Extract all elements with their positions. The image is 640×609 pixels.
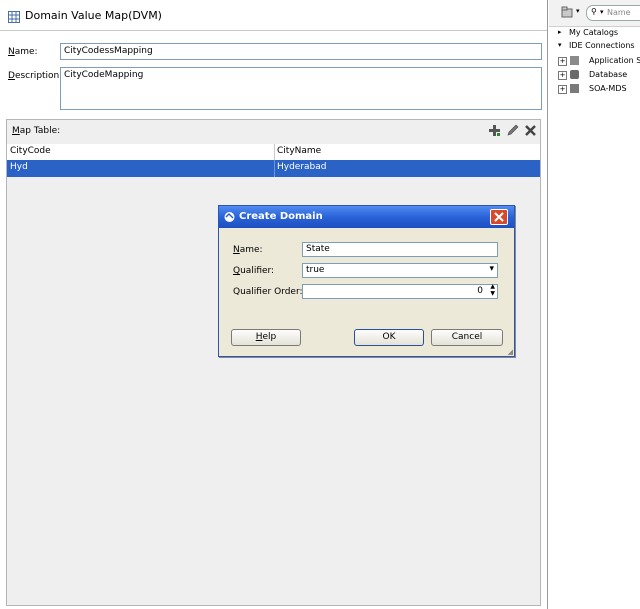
search-placeholder: Name — [607, 8, 631, 17]
spinner-down-icon[interactable]: ▼ — [490, 291, 495, 297]
cell-cityname[interactable]: Hyderabad — [277, 162, 327, 172]
description-field[interactable]: CityCodeMapping — [60, 67, 542, 110]
tree-item-label: Application S — [589, 56, 640, 65]
qualifier-order-label: Qualifier Order: — [233, 287, 303, 297]
qualifier-select[interactable]: true ▾ — [302, 263, 498, 278]
expand-plus-icon[interactable]: + — [558, 71, 567, 80]
qualifier-order-value: 0 — [477, 286, 483, 296]
resource-palette: ▾ ⚲ ▾ Name ▸ My Catalogs ▾ IDE Connectio… — [549, 0, 640, 609]
tree-item-ide-connections[interactable]: ▾ IDE Connections — [549, 40, 640, 54]
repository-icon — [570, 84, 579, 93]
collapse-arrow-icon[interactable]: ▾ — [558, 41, 562, 49]
tree-item-label: SOA-MDS — [589, 84, 627, 93]
map-table-header: Map Table: — [7, 120, 540, 145]
database-icon — [570, 70, 579, 79]
tree-item-soa-mds[interactable]: + SOA-MDS — [549, 83, 640, 97]
help-button[interactable]: Help — [231, 329, 301, 346]
tree-item-database[interactable]: + Database — [549, 69, 640, 83]
create-domain-dialog: Create Domain Name: State Qualifier: tru… — [218, 205, 515, 357]
description-label: Description: — [8, 71, 63, 81]
editor-title-bar: Domain Value Map(DVM) — [0, 0, 547, 31]
cancel-button[interactable]: Cancel — [431, 329, 503, 346]
close-icon — [494, 212, 504, 222]
qualifier-order-spinner[interactable]: 0 ▲ ▼ — [302, 284, 498, 299]
column-separator — [274, 160, 275, 177]
app-icon — [224, 212, 235, 222]
cell-citycode[interactable]: Hyd — [10, 162, 28, 172]
table-column-header: CityCode CityName — [7, 144, 540, 161]
name-field[interactable]: CityCodessMapping — [60, 43, 542, 60]
close-button[interactable] — [490, 209, 508, 225]
delete-icon[interactable] — [524, 124, 537, 137]
dialog-title: Create Domain — [239, 211, 323, 222]
binoculars-icon: ⚲ — [591, 7, 597, 16]
search-dropdown-icon[interactable]: ▾ — [600, 8, 604, 16]
tree-item-my-catalogs[interactable]: ▸ My Catalogs — [549, 27, 640, 41]
expand-arrow-icon[interactable]: ▸ — [558, 28, 562, 36]
tree-item-label: Database — [589, 70, 628, 79]
editor-title: Domain Value Map(DVM) — [25, 9, 162, 22]
table-icon — [8, 11, 20, 23]
ok-button[interactable]: OK — [354, 329, 424, 346]
new-folder-icon[interactable] — [561, 6, 573, 18]
table-row[interactable]: Hyd Hyderabad — [7, 160, 540, 177]
map-table-label: Map Table: — [12, 126, 61, 136]
chevron-down-icon[interactable]: ▾ — [489, 264, 494, 274]
domain-name-label: Name: — [233, 245, 263, 255]
add-icon[interactable] — [488, 124, 501, 137]
expand-plus-icon[interactable]: + — [558, 85, 567, 94]
edit-pencil-icon[interactable] — [506, 124, 519, 137]
column-header-cityname[interactable]: CityName — [277, 146, 321, 156]
qualifier-selected-value: true — [306, 265, 325, 275]
search-field[interactable]: ⚲ ▾ Name — [586, 5, 640, 21]
side-toolbar: ▾ ⚲ ▾ Name — [549, 0, 640, 27]
expand-plus-icon[interactable]: + — [558, 57, 567, 66]
server-icon — [570, 56, 579, 65]
column-separator[interactable] — [274, 144, 275, 160]
tree-item-application-server[interactable]: + Application S — [549, 55, 640, 69]
domain-name-input[interactable]: State — [302, 242, 498, 257]
map-table-panel: Map Table: CityCode CityName Hyd Hyderab… — [6, 119, 541, 606]
column-header-citycode[interactable]: CityCode — [10, 146, 51, 156]
name-label: Name: — [8, 47, 38, 57]
dialog-title-bar[interactable]: Create Domain — [219, 206, 514, 228]
tree-item-label: IDE Connections — [569, 41, 635, 50]
resize-grip-icon[interactable]: ◢ — [508, 348, 513, 356]
tree-item-label: My Catalogs — [569, 28, 619, 37]
chevron-down-icon[interactable]: ▾ — [576, 7, 580, 15]
qualifier-label: Qualifier: — [233, 266, 275, 276]
